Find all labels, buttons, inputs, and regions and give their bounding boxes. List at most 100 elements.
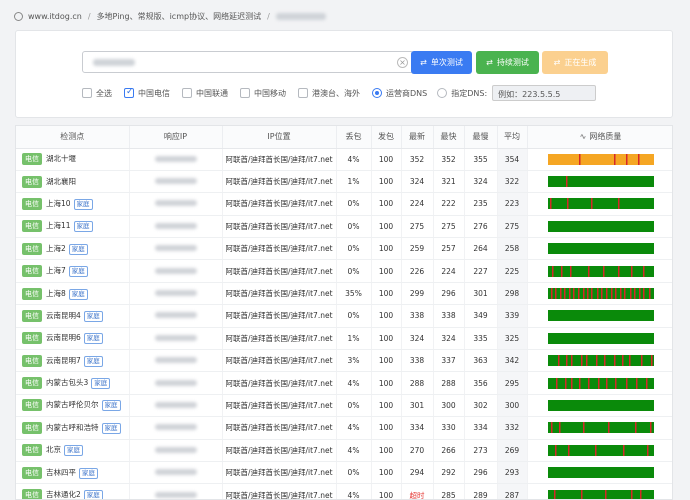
home-tag: 家庭 <box>101 400 121 412</box>
checkbox[interactable] <box>240 88 250 98</box>
cell-slowest: 335 <box>464 327 498 351</box>
quality-bar <box>547 288 654 300</box>
quality-loss-mark <box>585 355 587 367</box>
cell-slowest: 356 <box>464 371 498 395</box>
generating-button[interactable]: ⇄ 正在生成 <box>542 51 608 74</box>
quality-bar <box>547 399 654 411</box>
quality-loss-mark <box>553 489 555 499</box>
continuous-test-button[interactable]: ⇄ 持续测试 <box>476 51 539 74</box>
quality-bar-base <box>547 176 654 188</box>
table-row: 电信 北京 家庭 阿联酋/迪拜酋长国/迪拜/it7.net 4% 100 270 266 273… <box>16 439 672 462</box>
header-loss[interactable]: 丢包 <box>336 126 372 149</box>
quality-loss-mark <box>628 355 630 367</box>
cell-quality <box>527 439 672 462</box>
breadcrumb-section[interactable]: 多地Ping、常规版、icmp协议、网络延迟测试 <box>97 11 262 22</box>
quality-loss-mark <box>577 288 579 300</box>
quality-bar-base <box>547 422 654 434</box>
cell-loss: 4% <box>336 416 372 440</box>
quality-loss-mark <box>557 355 559 367</box>
isp-tag: 电信 <box>22 153 42 166</box>
cell-ip <box>129 394 223 418</box>
cell-latest: 270 <box>401 439 434 462</box>
header-avg[interactable]: 平均 <box>497 126 528 149</box>
dns-operator-radio[interactable]: 运营商DNS <box>372 88 427 99</box>
quality-loss-mark <box>605 377 607 389</box>
cell-location: 阿联酋/迪拜酋长国/迪拜/it7.net <box>222 483 337 499</box>
cell-fastest: 296 <box>433 282 465 306</box>
quality-loss-mark <box>580 489 582 499</box>
quality-loss-mark <box>590 288 592 300</box>
cell-ip <box>129 304 223 328</box>
cell-node: 电信 吉林通化2 家庭 <box>16 483 130 500</box>
filter-overseas[interactable]: 港澳台、海外 <box>298 88 360 99</box>
header-sent[interactable]: 发包 <box>371 126 402 149</box>
header-latest[interactable]: 最新 <box>401 126 434 149</box>
checkbox[interactable] <box>298 88 308 98</box>
cell-sent: 100 <box>371 394 402 418</box>
header-node[interactable]: 检测点 <box>16 126 130 149</box>
quality-bar-base <box>547 220 654 232</box>
quality-bar <box>547 243 654 255</box>
home-tag: 家庭 <box>64 445 83 457</box>
isp-tag: 电信 <box>22 354 42 367</box>
table-row: 电信 上海7 家庭 阿联酋/迪拜酋长国/迪拜/it7.net 0% 100 226 224 22… <box>16 259 672 283</box>
cell-loss: 1% <box>336 327 372 351</box>
filter-telecom[interactable]: 中国电信 <box>124 87 170 99</box>
header-fastest[interactable]: 最快 <box>433 126 465 149</box>
quality-loss-mark <box>549 198 551 210</box>
radio-selected[interactable] <box>372 88 382 98</box>
ip-blurred <box>154 446 197 453</box>
close-circle-icon[interactable]: × <box>397 57 408 68</box>
domain-input[interactable]: × <box>82 51 414 73</box>
quality-loss-mark <box>637 153 639 165</box>
cell-slowest: 349 <box>464 304 498 328</box>
checkbox[interactable] <box>182 88 192 98</box>
cell-node: 电信 上海10 家庭 <box>16 192 130 216</box>
quality-loss-mark <box>648 288 650 300</box>
filter-label: 中国联通 <box>196 88 228 98</box>
cell-quality <box>527 282 672 306</box>
cell-sent: 100 <box>371 192 402 216</box>
single-test-button[interactable]: ⇄ 单次测试 <box>411 51 472 74</box>
cell-latest: 324 <box>401 327 434 351</box>
quality-loss-mark <box>560 265 562 277</box>
filter-unicom[interactable]: 中国联通 <box>182 88 228 99</box>
checkbox[interactable] <box>82 88 92 98</box>
node-name: 内蒙古包头3 <box>46 378 89 388</box>
cell-ip <box>129 416 223 440</box>
cell-fastest: 292 <box>433 461 465 485</box>
ip-blurred <box>154 312 197 319</box>
cell-location: 阿联酋/迪拜酋长国/迪拜/it7.net <box>222 237 337 261</box>
quality-loss-mark <box>604 489 606 499</box>
cell-fastest: 285 <box>433 483 465 499</box>
filter-label: 港澳台、海外 <box>312 88 360 98</box>
header-quality[interactable]: ∿ 网络质量 <box>527 126 672 149</box>
quality-bar <box>547 153 654 165</box>
dns-custom-radio[interactable]: 指定DNS: <box>437 88 487 99</box>
filter-mobile[interactable]: 中国移动 <box>240 88 286 99</box>
node-name: 北京 <box>46 445 61 455</box>
cell-location: 阿联酋/迪拜酋长国/迪拜/it7.net <box>222 259 337 283</box>
quality-loss-mark <box>564 377 566 389</box>
filter-all[interactable]: 全选 <box>82 88 112 99</box>
home-tag: 家庭 <box>91 378 111 390</box>
header-slowest[interactable]: 最慢 <box>464 126 498 149</box>
refresh-icon: ⇄ <box>420 58 427 67</box>
cell-location: 阿联酋/迪拜酋长国/迪拜/it7.net <box>222 416 337 440</box>
quality-bar <box>547 198 654 210</box>
node-name: 吉林通化2 <box>46 490 81 500</box>
header-ip[interactable]: 响应IP <box>129 126 223 149</box>
quality-bar <box>547 332 654 344</box>
quality-loss-mark <box>613 153 615 165</box>
checkbox-checked[interactable] <box>124 87 134 98</box>
quality-loss-mark <box>558 422 560 434</box>
breadcrumb-home[interactable]: www.itdog.cn <box>28 12 82 21</box>
cell-location: 阿联酋/迪拜酋长国/迪拜/it7.net <box>222 282 337 306</box>
header-location[interactable]: IP位置 <box>222 126 337 149</box>
cell-fastest: 288 <box>433 371 465 395</box>
radio[interactable] <box>437 88 448 98</box>
cell-latest: 301 <box>401 394 434 418</box>
cell-avg: 293 <box>497 461 528 485</box>
quality-loss-mark <box>617 198 619 210</box>
dns-input[interactable]: 例如：223.5.5.5 <box>492 85 597 101</box>
